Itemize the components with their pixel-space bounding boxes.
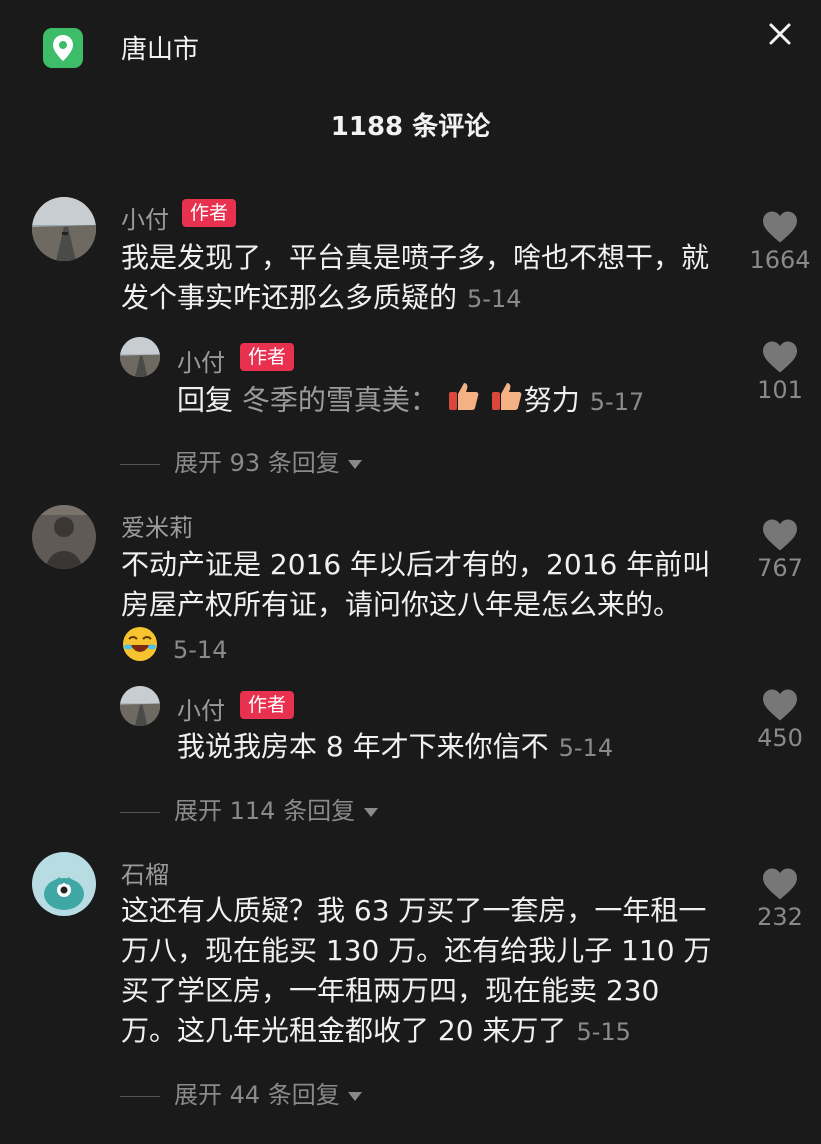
comment-body: 我是发现了，平台真是喷子多，啥也不想干，就发个事实咋还那么多质疑的 — [121, 241, 710, 314]
heart-icon — [763, 868, 797, 900]
thumbs-up-icon — [490, 380, 524, 423]
like-count: 101 — [757, 376, 803, 404]
caret-down-icon — [363, 808, 378, 817]
comment-text: 我是发现了，平台真是喷子多，啥也不想干，就发个事实咋还那么多质疑的 5-14 — [121, 238, 721, 319]
like-count: 767 — [757, 554, 803, 582]
avatar[interactable] — [120, 337, 160, 377]
heart-icon — [763, 689, 797, 721]
reply-date: 5-17 — [589, 387, 645, 416]
thumbs-up-icon — [447, 380, 481, 423]
comment-body: 不动产证是 2016 年以后才有的，2016 年前叫房屋产权所有证，请问你这八年… — [121, 548, 711, 621]
like-count: 232 — [757, 903, 803, 931]
header-bar: 唐山市 — [0, 0, 821, 95]
avatar[interactable] — [120, 686, 160, 726]
comment-text: 这还有人质疑？我 63 万买了一套房，一年租一万八，现在能买 130 万。还有给… — [121, 891, 721, 1052]
reply-username[interactable]: 小付 — [177, 691, 225, 726]
heart-icon — [763, 211, 797, 243]
reply-prefix: 回复 — [177, 383, 234, 417]
heart-icon — [763, 341, 797, 373]
comment-date: 5-14 — [173, 635, 228, 664]
author-badge: 作者 — [240, 343, 295, 371]
author-badge: 作者 — [240, 691, 295, 719]
like-button[interactable]: 101 — [745, 340, 815, 404]
like-count: 1664 — [749, 246, 811, 274]
comment-text: 不动产证是 2016 年以后才有的，2016 年前叫房屋产权所有证，请问你这八年… — [121, 545, 721, 674]
like-count: 450 — [757, 724, 803, 752]
avatar[interactable] — [32, 852, 96, 916]
expand-replies-button[interactable]: 展开 114 条回复 — [120, 791, 379, 826]
laughing-emoji-icon — [121, 625, 159, 674]
comment-count-title: 1188 条评论 — [330, 112, 491, 142]
like-button[interactable]: 450 — [745, 688, 815, 752]
reply-target[interactable]: 冬季的雪真美： — [242, 384, 438, 417]
like-button[interactable]: 767 — [745, 518, 815, 582]
location-label[interactable]: 唐山市 — [121, 29, 199, 66]
comment-username[interactable]: 小付 — [121, 200, 169, 235]
reply-text: 回复 冬季的雪真美： 努力 5-17 — [177, 380, 737, 423]
reply-username[interactable]: 小付 — [177, 343, 225, 378]
like-button[interactable]: 1664 — [745, 210, 815, 274]
reply-date: 5-14 — [558, 734, 614, 762]
reply-text: 我说我房本 8 年才下来你信不 5-14 — [177, 727, 737, 768]
comment-date: 5-15 — [576, 1018, 631, 1046]
expand-replies-button[interactable]: 展开 44 条回复 — [120, 1075, 363, 1110]
comment-username[interactable]: 石榴 — [121, 855, 169, 890]
map-pin-icon[interactable] — [43, 28, 83, 68]
reply-body: 努力 — [523, 383, 580, 417]
expand-replies-button[interactable]: 展开 93 条回复 — [120, 443, 363, 478]
caret-down-icon — [348, 1092, 363, 1101]
caret-down-icon — [348, 460, 363, 469]
reply-body: 我说我房本 8 年才下来你信不 — [177, 730, 549, 763]
heart-icon — [763, 519, 797, 551]
close-icon[interactable] — [764, 18, 796, 50]
avatar[interactable] — [32, 505, 96, 569]
avatar[interactable] — [32, 197, 96, 261]
author-badge: 作者 — [182, 199, 237, 227]
comment-date: 5-14 — [467, 285, 522, 313]
like-button[interactable]: 232 — [745, 867, 815, 931]
comment-username[interactable]: 爱米莉 — [121, 508, 193, 543]
